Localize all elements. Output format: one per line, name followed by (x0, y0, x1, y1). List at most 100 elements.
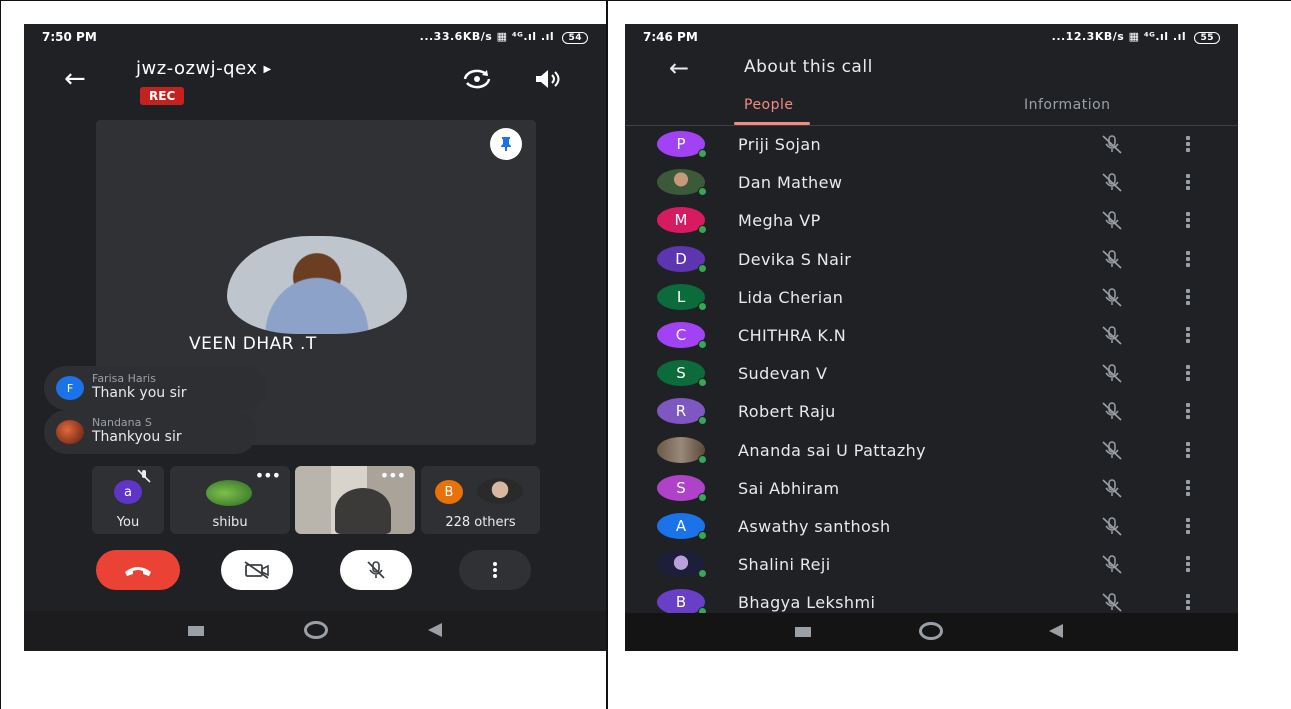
mic-toggle-button[interactable] (340, 550, 412, 590)
list-item[interactable]: Dan Mathew (625, 163, 1238, 201)
home-icon[interactable] (919, 622, 943, 640)
list-item[interactable]: Ananda sai U Pattazhy (625, 431, 1238, 469)
avatar-initial: A (675, 517, 687, 535)
list-item[interactable]: R Robert Raju (625, 392, 1238, 430)
mic-off-icon[interactable] (1097, 515, 1127, 537)
end-call-icon (125, 567, 151, 576)
list-item[interactable]: P Priji Sojan (625, 125, 1238, 163)
more-vert-icon[interactable] (1181, 248, 1195, 270)
more-vert-icon[interactable] (1181, 362, 1195, 384)
online-status-dot (698, 378, 707, 388)
status-time: 7:50 PM (42, 30, 97, 44)
more-vert-icon[interactable] (1181, 553, 1195, 575)
mic-off-icon[interactable] (1097, 248, 1127, 270)
more-vert-icon[interactable] (1181, 515, 1195, 537)
participant-tile-others[interactable]: B 228 others (421, 466, 540, 534)
pin-icon[interactable] (490, 128, 522, 160)
mic-off-icon[interactable] (1097, 400, 1127, 422)
about-call-screen: 7:46 PM ...12.3KB/s ▦ ⁴ᴳ.ıl .ıl 55 ← Abo… (625, 24, 1238, 651)
more-vert-icon[interactable] (1181, 400, 1195, 422)
list-item[interactable]: L Lida Cherian (625, 278, 1238, 316)
more-vert-icon[interactable] (1181, 324, 1195, 346)
battery-icon: 54 (562, 32, 588, 44)
arrow-left-icon[interactable]: ← (669, 54, 689, 82)
table-border-top (0, 0, 1291, 1)
tab-information[interactable]: Information (1024, 97, 1111, 113)
participant-name: Aswathy santhosh (738, 517, 891, 536)
list-item[interactable]: S Sudevan V (625, 354, 1238, 392)
home-icon[interactable] (304, 621, 328, 639)
mic-off-icon[interactable] (1097, 362, 1127, 384)
speaker-icon[interactable] (532, 66, 562, 92)
more-vert-icon[interactable] (1181, 133, 1195, 155)
more-vert-icon[interactable] (1181, 171, 1195, 193)
participant-name: Sai Abhiram (738, 478, 840, 498)
video-toggle-button[interactable] (221, 550, 293, 590)
arrow-left-icon[interactable]: ← (64, 64, 86, 94)
meeting-code-text: jwz-ozwj-qex (136, 58, 258, 79)
participant-tile-you[interactable]: a You (92, 466, 164, 534)
mic-off-icon[interactable] (1097, 324, 1127, 346)
mic-off-icon[interactable] (1097, 171, 1127, 193)
participant-tile-shibu[interactable]: ••• shibu (170, 466, 290, 534)
tab-people[interactable]: People (744, 97, 794, 113)
mic-off-icon[interactable] (1097, 286, 1127, 308)
mic-off-icon[interactable] (1097, 477, 1127, 499)
status-bar: 7:50 PM ...33.6KB/s ▦ ⁴ᴳ.ıl .ıl 54 (42, 30, 588, 46)
participant-name: Shalini Reji (738, 555, 831, 575)
meeting-code[interactable]: jwz-ozwj-qex ▶ (136, 58, 272, 79)
mic-off-icon[interactable] (1097, 591, 1127, 613)
mic-off-icon[interactable] (1097, 439, 1127, 461)
participant-name: Megha VP (738, 211, 821, 231)
mic-off-icon[interactable] (1097, 553, 1127, 575)
online-status-dot (698, 301, 707, 311)
avatar-initial: M (674, 211, 688, 230)
more-horiz-icon[interactable]: ••• (380, 466, 406, 485)
battery-icon: 55 (1194, 32, 1220, 44)
mic-off-icon[interactable] (1097, 133, 1127, 155)
table-border-left (0, 0, 1, 709)
chat-sender: Farisa Haris (92, 372, 156, 385)
more-vert-icon (493, 562, 497, 578)
mic-off-icon (137, 469, 151, 483)
meet-call-screen: 7:50 PM ...33.6KB/s ▦ ⁴ᴳ.ıl .ıl 54 ← jwz… (24, 24, 606, 651)
chat-bubble: Nandana S Thankyou sir (44, 410, 257, 454)
system-nav-bar (625, 613, 1238, 651)
list-item[interactable]: S Sai Abhiram (625, 469, 1238, 507)
list-item[interactable]: D Devika S Nair (625, 240, 1238, 278)
avatar: M (657, 207, 707, 235)
camera-switch-icon[interactable] (460, 66, 494, 92)
participant-tile-video[interactable]: ••• (295, 466, 415, 534)
more-horiz-icon[interactable]: ••• (255, 466, 281, 485)
list-item[interactable]: M Megha VP (625, 201, 1238, 239)
avatar: A (657, 513, 707, 540)
avatar: C (657, 322, 707, 349)
list-item[interactable]: A Aswathy santhosh (625, 507, 1238, 545)
more-vert-icon[interactable] (1181, 439, 1195, 461)
page-title: About this call (744, 57, 873, 77)
back-nav-icon[interactable] (1049, 624, 1063, 638)
status-time: 7:46 PM (643, 30, 698, 44)
more-options-button[interactable] (459, 550, 531, 590)
more-vert-icon[interactable] (1181, 591, 1195, 613)
end-call-button[interactable] (96, 550, 180, 590)
more-vert-icon[interactable] (1181, 209, 1195, 231)
back-nav-icon[interactable] (428, 623, 442, 637)
list-item[interactable]: C CHITHRA K.N (625, 316, 1238, 354)
list-item[interactable]: Shalini Reji (625, 545, 1238, 583)
recents-icon[interactable] (188, 626, 204, 636)
avatar-initial: S (676, 364, 686, 383)
status-network: ...12.3KB/s ▦ ⁴ᴳ.ıl .ıl 55 (1052, 30, 1220, 44)
online-status-dot (698, 263, 707, 273)
avatar: D (657, 245, 707, 273)
avatar: S (657, 474, 707, 502)
tile-label: shibu (212, 515, 248, 530)
more-vert-icon[interactable] (1181, 286, 1195, 308)
mic-off-icon[interactable] (1097, 209, 1127, 231)
avatar (206, 480, 252, 506)
online-status-dot (698, 531, 707, 540)
avatar (56, 420, 84, 444)
avatar-initial: B (675, 593, 687, 612)
recents-icon[interactable] (795, 627, 811, 637)
more-vert-icon[interactable] (1181, 477, 1195, 499)
